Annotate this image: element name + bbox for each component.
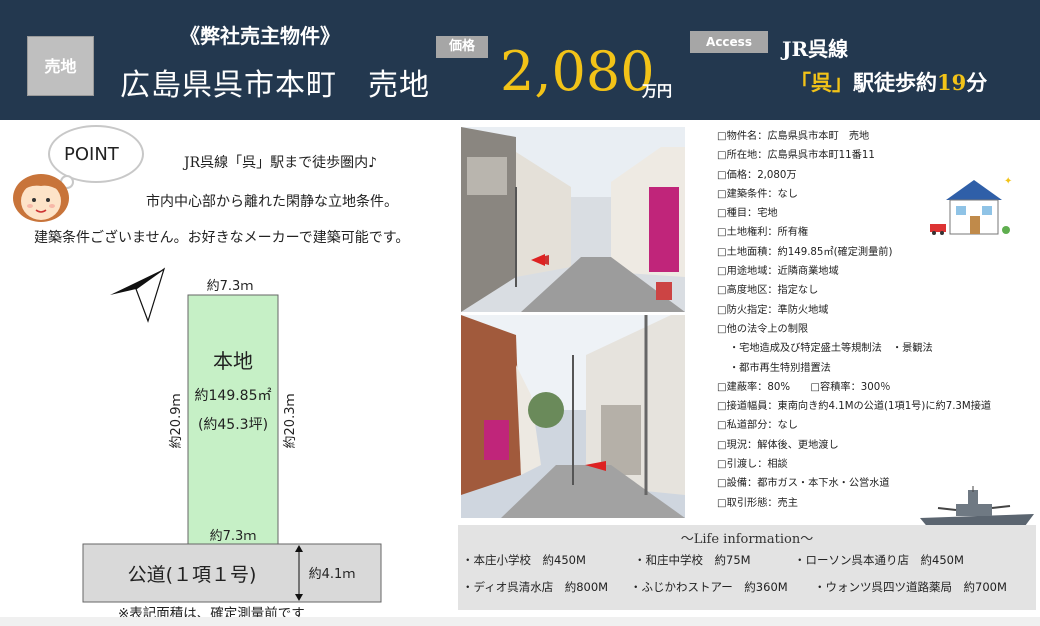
property-title: 広島県呉市本町 売地: [120, 68, 430, 103]
plot-area-sqm: 約149.85㎡: [195, 388, 272, 404]
road-width: 約4.1ｍ: [309, 567, 356, 582]
life-item-elementary-school: ・本庄小学校 約450M: [462, 553, 586, 567]
plot-top-width: 約7.3ｍ: [207, 279, 254, 294]
detail-handover: □引渡し：相談: [717, 459, 788, 471]
life-item-lawson: ・ローソン呉本通り店 約450M: [794, 553, 964, 567]
seller-subtitle: 《弊社売主物件》: [180, 24, 340, 48]
station-name: 「呉」: [790, 70, 853, 95]
detail-fire-designation: □防火指定：準防火地域: [717, 304, 829, 316]
bottom-strip: [0, 617, 1040, 626]
detail-name: □物件名：広島県呉市本町 売地: [717, 131, 870, 142]
price-badge: 価格: [436, 36, 488, 58]
detail-other-restrictions: □他の法令上の制限: [717, 323, 809, 335]
road-label: 公道(１項１号): [128, 564, 257, 586]
life-item-dio: ・ディオ呉清水店 約800M: [462, 580, 609, 594]
walk-minutes-unit: 分: [966, 70, 988, 95]
girl-illustration-icon: [13, 174, 69, 222]
station-walk-label: 駅徒歩約: [853, 70, 937, 95]
walk-minutes: 19: [937, 70, 967, 95]
plot-name: 本地: [213, 349, 253, 373]
access-badge: Access: [690, 31, 768, 53]
station-walk: 「呉」駅徒歩約19分: [790, 67, 987, 97]
detail-restriction-1: ・宅地造成及び特定盛土等規制法 ・景観法: [729, 343, 933, 355]
detail-zoning: □用途地域：近隣商業地域: [717, 266, 839, 278]
detail-private-road: □私道部分：なし: [717, 420, 798, 432]
point-label: POINT: [64, 144, 119, 165]
detail-road-access: □接道幅員：東南向き約4.1Mの公道(1項1号)に約7.3M接道: [717, 401, 992, 413]
plot-area-tsubo: (約45.3坪): [198, 417, 268, 433]
price-value: 2,080: [500, 40, 655, 103]
plot-bottom-width: 約7.3ｍ: [210, 529, 257, 544]
street-photo-1: [461, 127, 685, 312]
life-item-fujikawa: ・ふじかわストアー 約360M: [630, 580, 788, 594]
detail-height-district: □高度地区：指定なし: [717, 285, 819, 297]
detail-restriction-2: ・都市再生特別措置法: [729, 362, 831, 374]
plot-right-depth: 約20.3ｍ: [283, 394, 298, 449]
detail-current-status: □現況：解体後、更地渡し: [717, 439, 839, 451]
left-panel: POINT JR呉線「呉」駅まで徒歩圏内♪ 市内中心部から離れた閑静な立地条件。…: [0, 120, 460, 626]
point-line-2: 市内中心部から離れた閑静な立地条件。: [146, 194, 398, 210]
point-line-1: JR呉線「呉」駅まで徒歩圏内♪: [184, 155, 378, 171]
train-line: JR呉線: [782, 37, 849, 61]
sale-badge: 売地: [27, 36, 94, 96]
plot-diagram: 約7.3ｍ 本地 約149.85㎡ (約45.3坪) 約20.9ｍ 約20.3ｍ…: [82, 279, 382, 603]
detail-land-area: □土地面積：約149.85㎡(確定測量前): [717, 246, 893, 258]
life-information-box: ～Life information～ ・本庄小学校 約450M ・和庄中学校 約…: [458, 525, 1036, 610]
detail-coverage-ratio: □建蔽率：80% □容積率：300％: [717, 381, 891, 393]
svg-text:✦: ✦: [1004, 176, 1012, 187]
plot-left-depth: 約20.9ｍ: [169, 394, 184, 449]
street-photo-2: [461, 315, 685, 518]
header-banner: 売地 《弊社売主物件》 広島県呉市本町 売地 価格 2,080 万円 Acces…: [0, 0, 1040, 120]
house-icon: ✦: [930, 176, 1012, 235]
life-title: ～Life information～: [680, 532, 814, 547]
price-unit: 万円: [642, 82, 673, 100]
detail-address: □所在地：広島県呉市本町11番11: [717, 150, 875, 162]
point-line-3: 建築条件ございません。お好きなメーカーで建築可能です。: [34, 230, 410, 246]
life-item-wants: ・ウォンツ呉四ツ道路薬局 約700M: [814, 580, 1007, 594]
life-item-junior-high: ・和庄中学校 約75M: [634, 553, 751, 567]
